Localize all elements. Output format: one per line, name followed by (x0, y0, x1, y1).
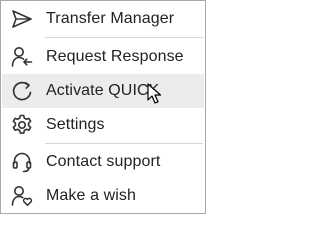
menu-item-label: Settings (46, 116, 105, 133)
headset-icon (10, 150, 34, 174)
gear-icon (10, 113, 34, 137)
menu-item-make-a-wish[interactable]: Make a wish (2, 179, 204, 213)
menu-item-contact-support[interactable]: Contact support (2, 145, 204, 179)
menu-item-label: Transfer Manager (46, 10, 175, 27)
user-arrow-icon (10, 45, 34, 69)
circle-refresh-icon (10, 79, 34, 103)
context-menu: Transfer Manager Request Response Activa… (0, 0, 206, 214)
menu-separator (45, 143, 203, 144)
menu-item-activate-quick[interactable]: Activate QUICK (2, 74, 204, 108)
menu-item-label: Make a wish (46, 187, 137, 204)
send-arrow-icon (10, 7, 34, 31)
menu-item-label: Contact support (46, 153, 161, 170)
user-heart-icon (10, 184, 34, 208)
menu-item-transfer-manager[interactable]: Transfer Manager (2, 2, 204, 36)
menu-item-settings[interactable]: Settings (2, 108, 204, 142)
menu-separator (45, 37, 203, 38)
menu-item-label: Request Response (46, 48, 184, 65)
menu-item-request-response[interactable]: Request Response (2, 40, 204, 74)
menu-item-label: Activate QUICK (46, 82, 160, 99)
